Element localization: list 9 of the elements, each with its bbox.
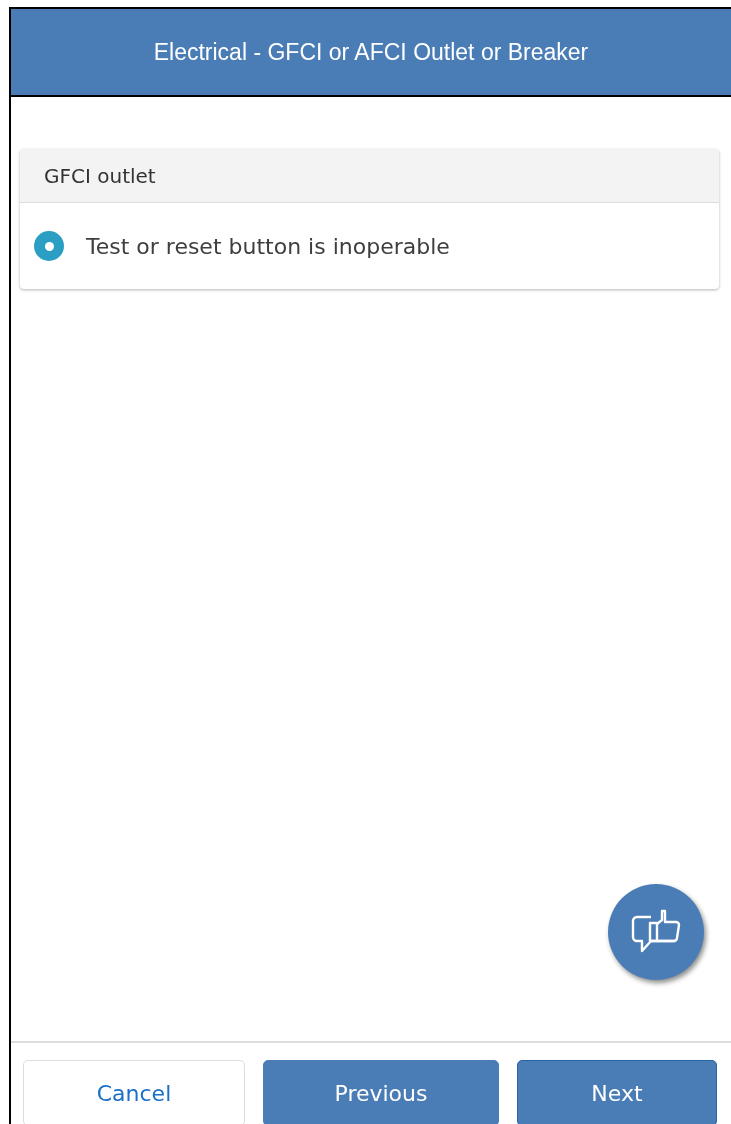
chat-thumbs-up-icon (631, 909, 681, 955)
option-label[interactable]: Test or reset button is inoperable (86, 233, 450, 259)
cancel-button[interactable]: Cancel (23, 1060, 245, 1124)
feedback-button[interactable] (608, 884, 704, 980)
radio-button[interactable] (34, 231, 64, 261)
page-title: Electrical - GFCI or AFCI Outlet or Breaker (153, 38, 589, 66)
next-button[interactable]: Next (517, 1060, 717, 1124)
previous-button[interactable]: Previous (263, 1060, 499, 1124)
section-title: GFCI outlet (44, 163, 156, 188)
